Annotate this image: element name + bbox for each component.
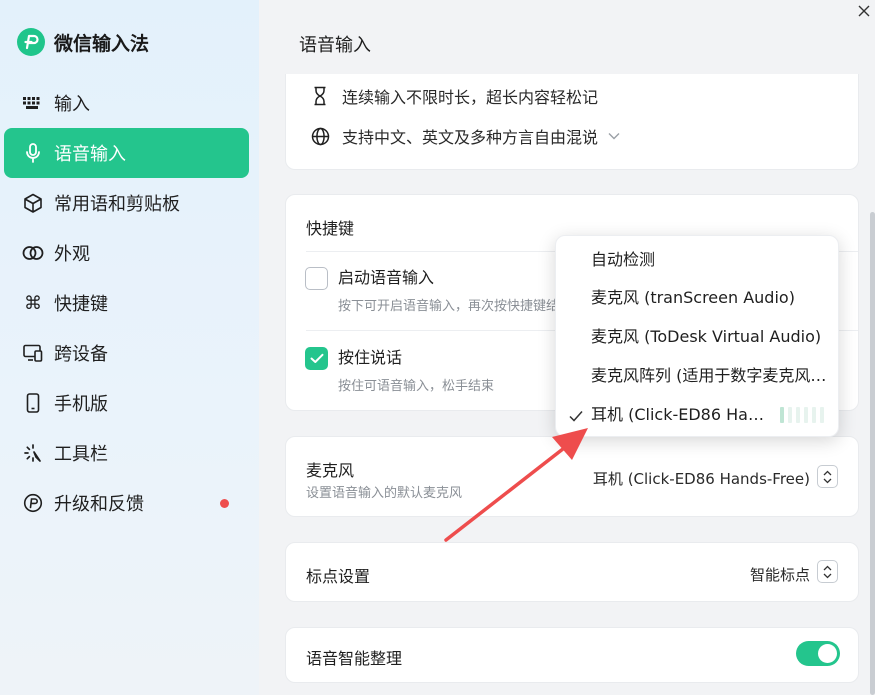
sidebar-item-upgrade-feedback[interactable]: 升级和反馈 xyxy=(4,478,249,528)
command-icon: ⌘ xyxy=(24,292,42,314)
microphone-desc: 设置语音输入的默认麦克风 xyxy=(306,486,463,501)
sidebar-nav: 输入 语音输入 常用语和剪贴板 外观 ⌘ 快捷键 跨设备 手机版 工具栏 升级和… xyxy=(4,78,249,528)
app-logo-icon xyxy=(17,28,45,56)
app-name: 微信输入法 xyxy=(54,32,150,55)
sidebar-item-appearance[interactable]: 外观 xyxy=(4,228,249,278)
hold-to-talk-desc: 按住可语音输入，松手结束 xyxy=(338,379,495,394)
chevron-down-icon[interactable] xyxy=(608,132,620,140)
cube-icon xyxy=(22,192,44,214)
punctuation-card: 标点设置 智能标点 xyxy=(285,542,859,602)
microphone-option[interactable]: 麦克风阵列 (适用于数字麦克风的英特尔® 智音技术) xyxy=(591,364,828,388)
punctuation-title: 标点设置 xyxy=(306,567,371,586)
keyboard-icon xyxy=(22,92,44,114)
smart-tidy-title: 语音智能整理 xyxy=(306,649,403,668)
hold-to-talk-label: 按住说话 xyxy=(338,348,403,367)
rings-icon xyxy=(22,242,44,264)
microphone-option[interactable]: 麦克风 (ToDesk Virtual Audio) xyxy=(591,325,828,349)
microphone-option-selected[interactable]: 耳机 (Click-ED86 Hands-Free) xyxy=(591,403,772,427)
smart-tidy-card: 语音智能整理 xyxy=(285,627,859,683)
microphone-card: 麦克风 设置语音输入的默认麦克风 耳机 (Click-ED86 Hands-Fr… xyxy=(285,436,859,517)
feature-text: 支持中文、英文及多种方言自由混说 xyxy=(342,128,599,147)
sidebar-item-label: 手机版 xyxy=(54,394,108,415)
sidebar-item-cross-device[interactable]: 跨设备 xyxy=(4,328,249,378)
shortcut-start-voice: 启动语音输入 按下可开启语音输入，再次按快捷键结束 xyxy=(305,267,558,314)
page-title: 语音输入 xyxy=(299,35,371,56)
close-icon xyxy=(858,5,870,17)
hold-to-talk-checkbox[interactable] xyxy=(305,347,328,370)
features-card: 连续输入不限时长，超长内容轻松记 支持中文、英文及多种方言自由混说 xyxy=(285,74,859,170)
up-down-chevron-icon xyxy=(823,470,832,483)
punctuation-select-value[interactable]: 智能标点 xyxy=(750,564,810,585)
shortcuts-heading: 快捷键 xyxy=(306,219,355,238)
sidebar-item-mobile[interactable]: 手机版 xyxy=(4,378,249,428)
feature-row: 连续输入不限时长，超长内容轻松记 xyxy=(310,84,598,108)
sidebar-item-phrases-clipboard[interactable]: 常用语和剪贴板 xyxy=(4,178,249,228)
checkmark-icon xyxy=(569,411,583,422)
sidebar-item-voice-input[interactable]: 语音输入 xyxy=(4,128,249,178)
smart-tidy-toggle[interactable] xyxy=(796,641,840,666)
shortcut-hold-to-talk: 按住说话 按住可语音输入，松手结束 xyxy=(305,347,494,394)
input-level-meter xyxy=(780,407,828,423)
microphone-option[interactable]: 麦克风 (tranScreen Audio) xyxy=(591,286,828,310)
sidebar: 微信输入法 输入 语音输入 常用语和剪贴板 外观 ⌘ 快捷键 跨设备 手机版 工… xyxy=(0,0,259,695)
sidebar-item-toolbar[interactable]: 工具栏 xyxy=(4,428,249,478)
sidebar-item-label: 快捷键 xyxy=(54,294,108,315)
hourglass-icon xyxy=(310,86,330,106)
sidebar-item-shortcuts[interactable]: ⌘ 快捷键 xyxy=(4,278,249,328)
microphone-select-button[interactable] xyxy=(817,465,838,488)
sidebar-item-label: 输入 xyxy=(54,94,90,115)
sidebar-item-input[interactable]: 输入 xyxy=(4,78,249,128)
microphone-dropdown: 自动检测 麦克风 (tranScreen Audio) 麦克风 (ToDesk … xyxy=(555,235,839,437)
devices-icon xyxy=(22,342,44,364)
sidebar-item-label: 工具栏 xyxy=(54,444,108,465)
feature-text: 连续输入不限时长，超长内容轻松记 xyxy=(342,88,599,107)
sidebar-item-label: 升级和反馈 xyxy=(54,494,144,515)
microphone-select-value[interactable]: 耳机 (Click-ED86 Hands-Free) xyxy=(593,468,810,489)
punctuation-select-button[interactable] xyxy=(817,560,838,583)
feature-row: 支持中文、英文及多种方言自由混说 xyxy=(310,124,620,148)
sidebar-item-label: 跨设备 xyxy=(54,344,108,365)
sidebar-item-label: 外观 xyxy=(54,244,90,265)
feedback-icon xyxy=(22,492,44,514)
start-voice-label: 启动语音输入 xyxy=(338,268,435,287)
close-button[interactable] xyxy=(853,0,875,22)
notification-dot xyxy=(220,499,229,508)
start-voice-desc: 按下可开启语音输入，再次按快捷键结束 xyxy=(338,299,558,314)
checkmark-icon xyxy=(310,353,323,363)
start-voice-checkbox[interactable] xyxy=(305,267,328,290)
scrollbar[interactable] xyxy=(870,212,875,695)
microphone-icon xyxy=(22,142,44,164)
phone-icon xyxy=(22,392,44,414)
sidebar-item-label: 常用语和剪贴板 xyxy=(54,194,180,215)
toolbar-icon xyxy=(22,442,44,464)
brand: 微信输入法 xyxy=(17,28,149,56)
globe-icon xyxy=(310,126,330,146)
microphone-title: 麦克风 xyxy=(306,461,355,480)
sidebar-item-label: 语音输入 xyxy=(54,144,126,165)
up-down-chevron-icon xyxy=(823,565,832,578)
toggle-knob xyxy=(818,644,837,663)
microphone-option[interactable]: 自动检测 xyxy=(591,248,828,272)
